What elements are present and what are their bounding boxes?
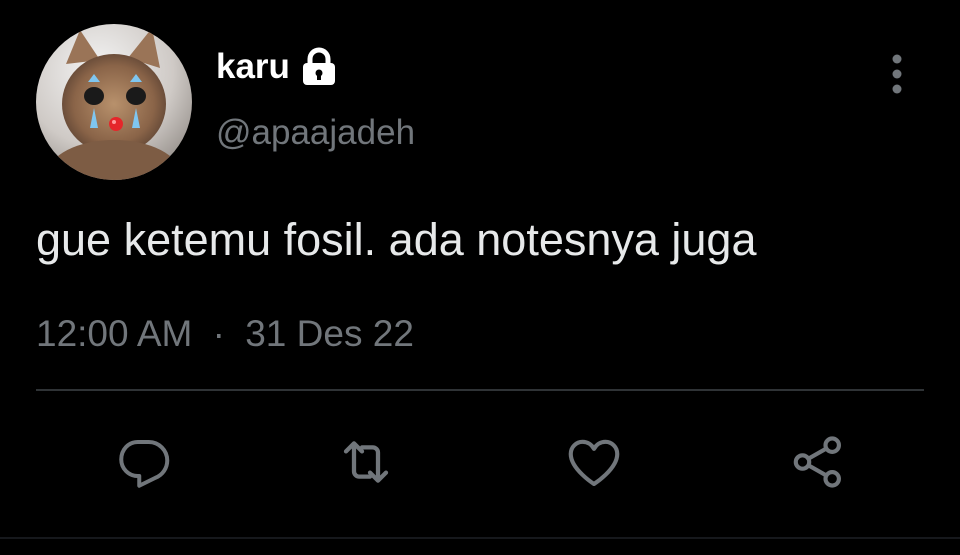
retweet-icon bbox=[343, 441, 389, 483]
more-vertical-icon[interactable] bbox=[880, 50, 914, 100]
tweet-detail: karu @apaajadeh gue ketemu fosil. ada no… bbox=[0, 0, 960, 555]
bottom-divider bbox=[0, 537, 960, 539]
tweet-time: 12:00 AM bbox=[36, 313, 193, 354]
retweet-button[interactable] bbox=[334, 430, 398, 494]
cat-avatar-image bbox=[36, 24, 192, 180]
author-name-row[interactable]: karu bbox=[216, 42, 338, 92]
divider bbox=[36, 389, 924, 391]
avatar[interactable] bbox=[36, 24, 192, 180]
reply-icon bbox=[119, 440, 170, 488]
lock-icon bbox=[300, 47, 338, 87]
tweet-timestamp[interactable]: 12:00 AM · 31 Des 22 bbox=[36, 308, 414, 360]
display-name[interactable]: karu bbox=[216, 42, 290, 92]
reply-button[interactable] bbox=[112, 430, 176, 494]
share-button[interactable] bbox=[786, 430, 850, 494]
user-handle[interactable]: @apaajadeh bbox=[216, 110, 415, 156]
like-button[interactable] bbox=[562, 430, 626, 494]
tweet-text: gue ketemu fosil. ada notesnya juga bbox=[36, 214, 757, 265]
meta-separator: · bbox=[212, 313, 225, 354]
heart-icon bbox=[568, 439, 620, 487]
share-icon bbox=[793, 436, 841, 488]
tweet-date: 31 Des 22 bbox=[245, 313, 414, 354]
